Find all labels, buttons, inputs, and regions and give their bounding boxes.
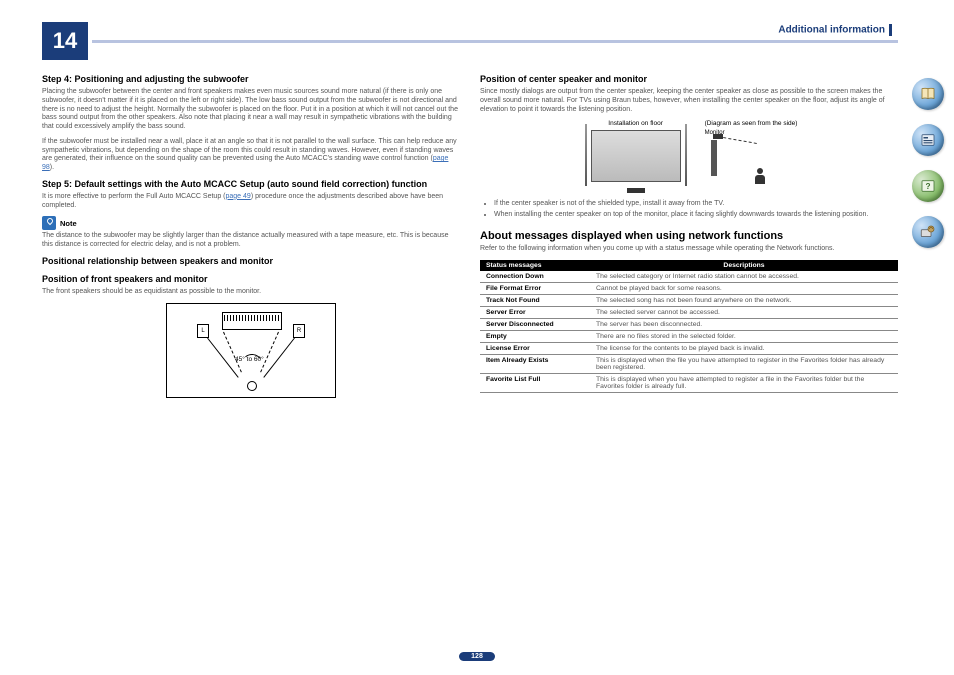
status-msg: Favorite List Full <box>480 373 590 392</box>
note-block: Note <box>42 216 460 230</box>
status-desc: The server has been disconnected. <box>590 318 898 330</box>
status-table-body: Connection DownThe selected category or … <box>480 271 898 393</box>
diagram-listener-side <box>753 168 767 184</box>
diagram-side-view: (Diagram as seen from the side) Monitor <box>705 120 798 192</box>
table-row: EmptyThere are no files stored in the se… <box>480 330 898 342</box>
diagram-speaker-left: L <box>197 324 209 338</box>
diagram-tv-side <box>711 140 717 176</box>
note-text: The distance to the subwoofer may be sli… <box>42 232 460 250</box>
side-nav: ? <box>912 78 944 248</box>
step4-heading: Step 4: Positioning and adjusting the su… <box>42 74 460 84</box>
network-messages-heading: About messages displayed when using netw… <box>480 230 898 242</box>
list-item: If the center speaker is not of the shie… <box>494 200 898 209</box>
step4-para-2-text: If the subwoofer must be installed near … <box>42 138 457 163</box>
page-footer: 128 <box>0 651 954 661</box>
step4-para-2-end: ). <box>50 164 54 171</box>
diagram-angle-label: 45° to 60° <box>235 356 264 363</box>
chapter-number: 14 <box>42 22 88 60</box>
status-msg: Server Error <box>480 306 590 318</box>
right-column: Position of center speaker and monitor S… <box>480 74 898 408</box>
diagram-center-speaker-side <box>713 134 723 139</box>
front-position-heading: Position of front speakers and monitor <box>42 274 460 284</box>
diagram-listener <box>247 381 257 391</box>
status-desc: This is displayed when the file you have… <box>590 354 898 373</box>
table-row: Server DisconnectedThe server has been d… <box>480 318 898 330</box>
status-msg: Empty <box>480 330 590 342</box>
diagram-stand-right <box>685 124 687 186</box>
table-row: Connection DownThe selected category or … <box>480 271 898 283</box>
step5-heading: Step 5: Default settings with the Auto M… <box>42 179 460 189</box>
manual-page: 14 Additional information Step 4: Positi… <box>0 0 954 428</box>
menu-icon[interactable] <box>912 124 944 156</box>
install-floor-label: Installation on floor <box>581 120 691 127</box>
step4-para-1: Placing the subwoofer between the center… <box>42 88 460 132</box>
status-messages-table: Status messages Descriptions Connection … <box>480 260 898 393</box>
page-49-link[interactable]: page 49 <box>226 193 251 200</box>
table-row: Server ErrorThe selected server cannot b… <box>480 306 898 318</box>
table-row: File Format ErrorCannot be played back f… <box>480 282 898 294</box>
front-position-text: The front speakers should be as equidist… <box>42 288 460 297</box>
diagram-monitor <box>222 312 282 330</box>
table-row: Favorite List FullThis is displayed when… <box>480 373 898 392</box>
table-row: Item Already ExistsThis is displayed whe… <box>480 354 898 373</box>
diagram-speaker-right: R <box>293 324 305 338</box>
diagram-line-dashed <box>223 331 242 372</box>
status-desc: The selected category or Internet radio … <box>590 271 898 283</box>
center-position-text: Since mostly dialogs are output from the… <box>480 88 898 114</box>
status-msg: File Format Error <box>480 282 590 294</box>
header-rule: Additional information <box>92 40 898 43</box>
status-desc: Cannot be played back for some reasons. <box>590 282 898 294</box>
center-notes-list: If the center speaker is not of the shie… <box>480 200 898 220</box>
center-position-heading: Position of center speaker and monitor <box>480 74 898 84</box>
table-row: License ErrorThe license for the content… <box>480 342 898 354</box>
left-column: Step 4: Positioning and adjusting the su… <box>42 74 460 408</box>
diagram-tv <box>591 130 681 182</box>
status-desc: The selected song has not been found any… <box>590 294 898 306</box>
step5-text-a: It is more effective to perform the Full… <box>42 193 226 200</box>
status-desc: This is displayed when you have attempte… <box>590 373 898 392</box>
status-desc: The selected server cannot be accessed. <box>590 306 898 318</box>
table-header-desc: Descriptions <box>590 260 898 271</box>
note-label: Note <box>60 219 77 228</box>
step5-para: It is more effective to perform the Full… <box>42 193 460 211</box>
page-number-pill: 128 <box>459 652 495 661</box>
page-header: 14 Additional information <box>42 22 898 60</box>
status-desc: The license for the contents to be playe… <box>590 342 898 354</box>
table-row: Track Not FoundThe selected song has not… <box>480 294 898 306</box>
svg-text:?: ? <box>925 182 930 191</box>
book-icon[interactable] <box>912 78 944 110</box>
status-msg: Track Not Found <box>480 294 590 306</box>
diagram-center-speaker <box>627 188 645 193</box>
list-item: When installing the center speaker on to… <box>494 211 898 220</box>
status-msg: License Error <box>480 342 590 354</box>
speaker-r-label: R <box>297 328 301 334</box>
front-speaker-diagram: L R 45° to 60° <box>166 303 336 398</box>
side-view-label: (Diagram as seen from the side) <box>705 120 798 127</box>
positional-heading: Positional relationship between speakers… <box>42 256 460 266</box>
center-speaker-diagram: Installation on floor (Diagram as seen f… <box>480 120 898 192</box>
status-desc: There are no files stored in the selecte… <box>590 330 898 342</box>
status-msg: Server Disconnected <box>480 318 590 330</box>
note-icon <box>42 216 56 230</box>
section-title: Additional information <box>776 24 894 36</box>
diagram-sight-line <box>723 137 757 144</box>
status-msg: Item Already Exists <box>480 354 590 373</box>
av-icon[interactable] <box>912 216 944 248</box>
diagram-stand-left <box>585 124 587 186</box>
diagram-front-view: Installation on floor <box>581 120 691 192</box>
diagram-line <box>263 337 295 377</box>
status-msg: Connection Down <box>480 271 590 283</box>
content-columns: Step 4: Positioning and adjusting the su… <box>42 74 898 408</box>
help-icon[interactable]: ? <box>912 170 944 202</box>
step4-para-2: If the subwoofer must be installed near … <box>42 138 460 173</box>
chapter-number-text: 14 <box>53 28 77 54</box>
speaker-l-label: L <box>201 328 204 334</box>
network-messages-intro: Refer to the following information when … <box>480 245 898 254</box>
table-header-status: Status messages <box>480 260 590 271</box>
